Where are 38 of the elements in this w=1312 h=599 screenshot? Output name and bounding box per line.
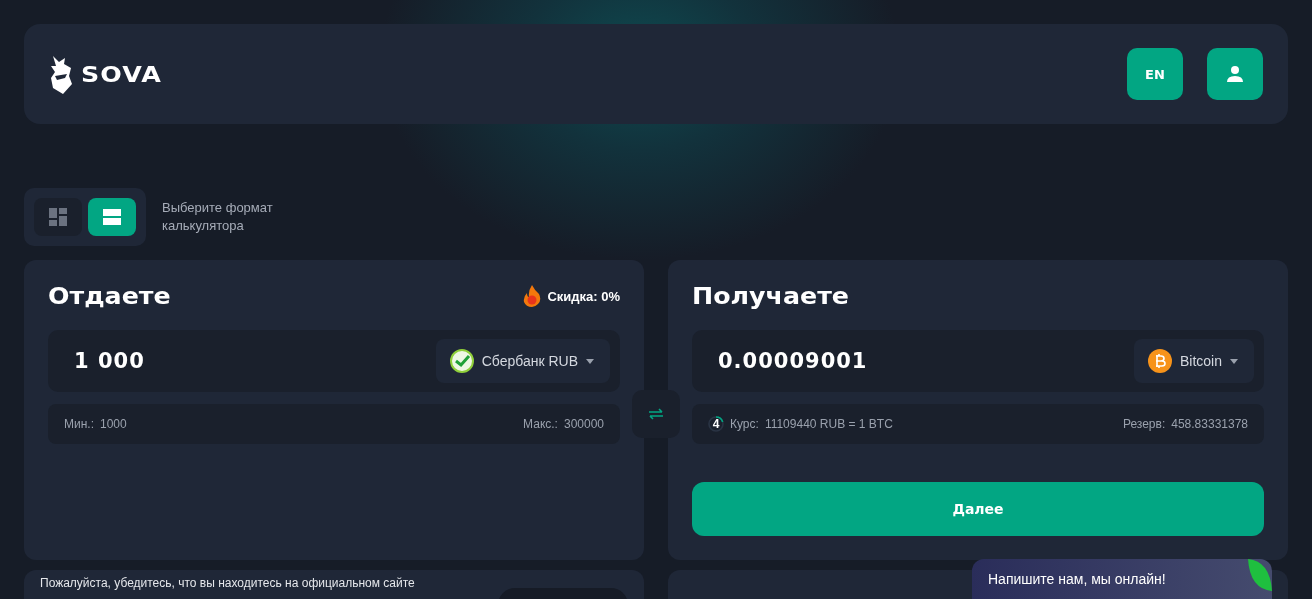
reserve-label: Резерв: (1122, 417, 1166, 431)
notice-text: Пожалуйста, убедитесь, что вы находитесь на официальном сайте (40, 576, 415, 590)
currency-dropdown[interactable]: Bitcoin (1133, 339, 1254, 383)
grid-icon (49, 208, 67, 226)
leaf-icon (1248, 559, 1272, 591)
panel-title: Отдаете (48, 283, 171, 309)
layout-toggle-button[interactable] (88, 198, 136, 236)
max-value: 300000 (563, 417, 604, 431)
layout-toggle-button[interactable] (34, 198, 82, 236)
rate-value: 11109440 RUB = 1 BTC (764, 417, 893, 431)
swap-button[interactable] (632, 390, 680, 438)
panel-title: Получаете (692, 283, 849, 309)
min-value: 1000 (100, 417, 127, 431)
chat-text: Напишите нам, мы онлайн! (988, 571, 1166, 587)
fire-icon (523, 285, 542, 307)
profile-button[interactable] (1207, 48, 1263, 100)
discount-label: Скидка: 0% (547, 288, 620, 304)
amount-field[interactable]: 1 000 Сбербанк RUB (48, 330, 620, 392)
reserve-value: 458.83331378 (1171, 417, 1248, 431)
bitcoin-icon (1147, 349, 1172, 373)
user-icon (1226, 65, 1244, 83)
max-label: Макс.: (523, 417, 558, 431)
caret-icon (586, 358, 594, 364)
rate-label: Курс: (730, 417, 759, 431)
swap-arrows-icon (648, 408, 664, 420)
chat-widget[interactable]: Напишите нам, мы онлайн! (972, 559, 1272, 599)
checkmark-circle-icon (449, 349, 474, 373)
currency-dropdown[interactable]: Сбербанк RUB (435, 339, 610, 383)
amount-field[interactable]: 0.00009001 Bitcoin (692, 330, 1264, 392)
countdown-ring (708, 416, 724, 432)
caret-icon (1230, 358, 1238, 364)
format-hint: Выберите формат калькулятора (162, 199, 274, 235)
countdown-value: 4 (712, 417, 720, 431)
logo-text[interactable]: SOVA (81, 61, 163, 87)
amount-value: 0.00009001 (718, 349, 868, 373)
amount-value: 1 000 (74, 349, 145, 373)
min-label: Мин.: (64, 417, 94, 431)
rows-icon (103, 209, 121, 225)
